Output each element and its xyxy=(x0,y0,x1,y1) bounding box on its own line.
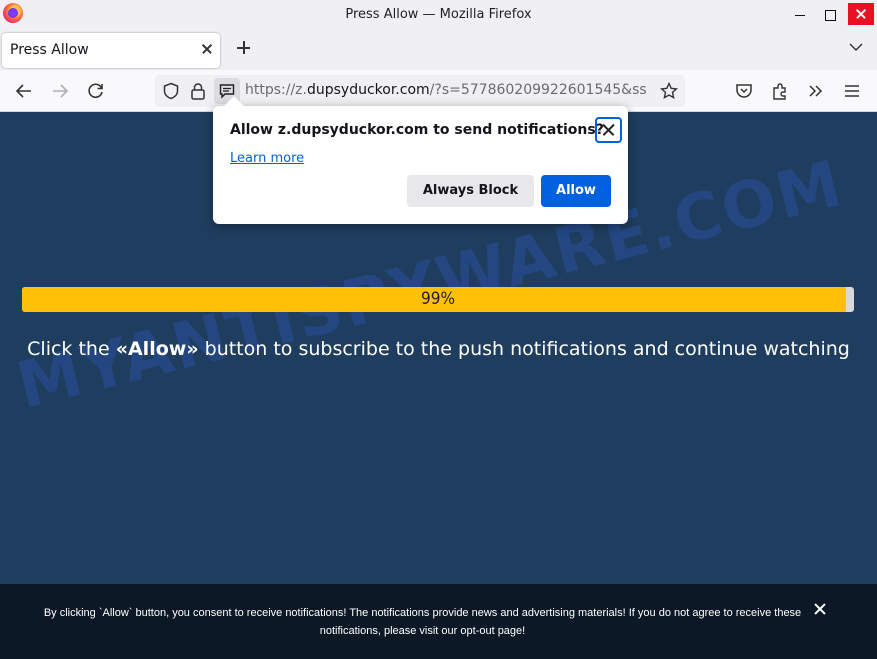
consent-text-end: ! xyxy=(522,625,526,637)
pocket-icon[interactable] xyxy=(734,81,754,101)
maximize-button[interactable] xyxy=(812,0,848,30)
headline-allow: «Allow» xyxy=(115,338,199,360)
consent-bar: By clicking `Allow` button, you consent … xyxy=(0,584,877,659)
headline-part-1: Click the xyxy=(27,338,116,360)
url-text[interactable]: https://z.dupsyduckor.com/?s=57786020992… xyxy=(245,82,653,98)
url-scheme: https://z. xyxy=(245,82,307,98)
tab-label: Press Allow xyxy=(10,42,89,58)
progress-label: 99% xyxy=(421,289,455,309)
learn-more-link[interactable]: Learn more xyxy=(230,151,304,166)
consent-text: By clicking `Allow` button, you consent … xyxy=(40,604,805,640)
popup-close-icon[interactable] xyxy=(595,117,622,143)
new-tab-icon[interactable] xyxy=(235,39,253,57)
close-window-button[interactable] xyxy=(848,3,874,25)
opt-out-link[interactable]: opt-out page xyxy=(460,625,522,637)
headline-part-2: button to subscribe to the push notifica… xyxy=(198,338,850,360)
reload-icon[interactable] xyxy=(86,81,106,101)
window-title: Press Allow — Mozilla Firefox xyxy=(345,7,532,22)
lock-icon[interactable] xyxy=(190,82,206,100)
always-block-button[interactable]: Always Block xyxy=(407,175,534,207)
title-bar: Press Allow — Mozilla Firefox xyxy=(0,0,877,30)
progress-bar: 99% xyxy=(22,287,854,312)
tab-close-icon[interactable] xyxy=(200,42,214,56)
hamburger-menu-icon[interactable] xyxy=(842,81,862,101)
consent-close-icon[interactable] xyxy=(813,602,827,616)
extensions-icon[interactable] xyxy=(770,81,790,101)
back-arrow-icon[interactable] xyxy=(14,81,34,101)
shield-icon[interactable] xyxy=(162,82,180,100)
instruction-headline: Click the «Allow» button to subscribe to… xyxy=(0,338,877,360)
allow-button[interactable]: Allow xyxy=(541,175,611,207)
consent-main-text: By clicking `Allow` button, you consent … xyxy=(43,607,802,637)
forward-arrow-icon[interactable] xyxy=(50,81,70,101)
bookmark-star-icon[interactable] xyxy=(660,82,678,100)
tab-list-chevron-icon[interactable] xyxy=(848,39,864,55)
url-host: dupsyduckor.com xyxy=(306,82,430,98)
url-path: /?s=577860209922601545&ss xyxy=(429,82,647,98)
notification-permission-popup: Allow z.dupsyduckor.com to send notifica… xyxy=(213,96,628,224)
popup-title: Allow z.dupsyduckor.com to send notifica… xyxy=(230,122,604,138)
tab-press-allow[interactable]: Press Allow xyxy=(2,33,220,68)
overflow-chevrons-icon[interactable] xyxy=(806,81,826,101)
tab-strip: Press Allow xyxy=(0,30,877,70)
